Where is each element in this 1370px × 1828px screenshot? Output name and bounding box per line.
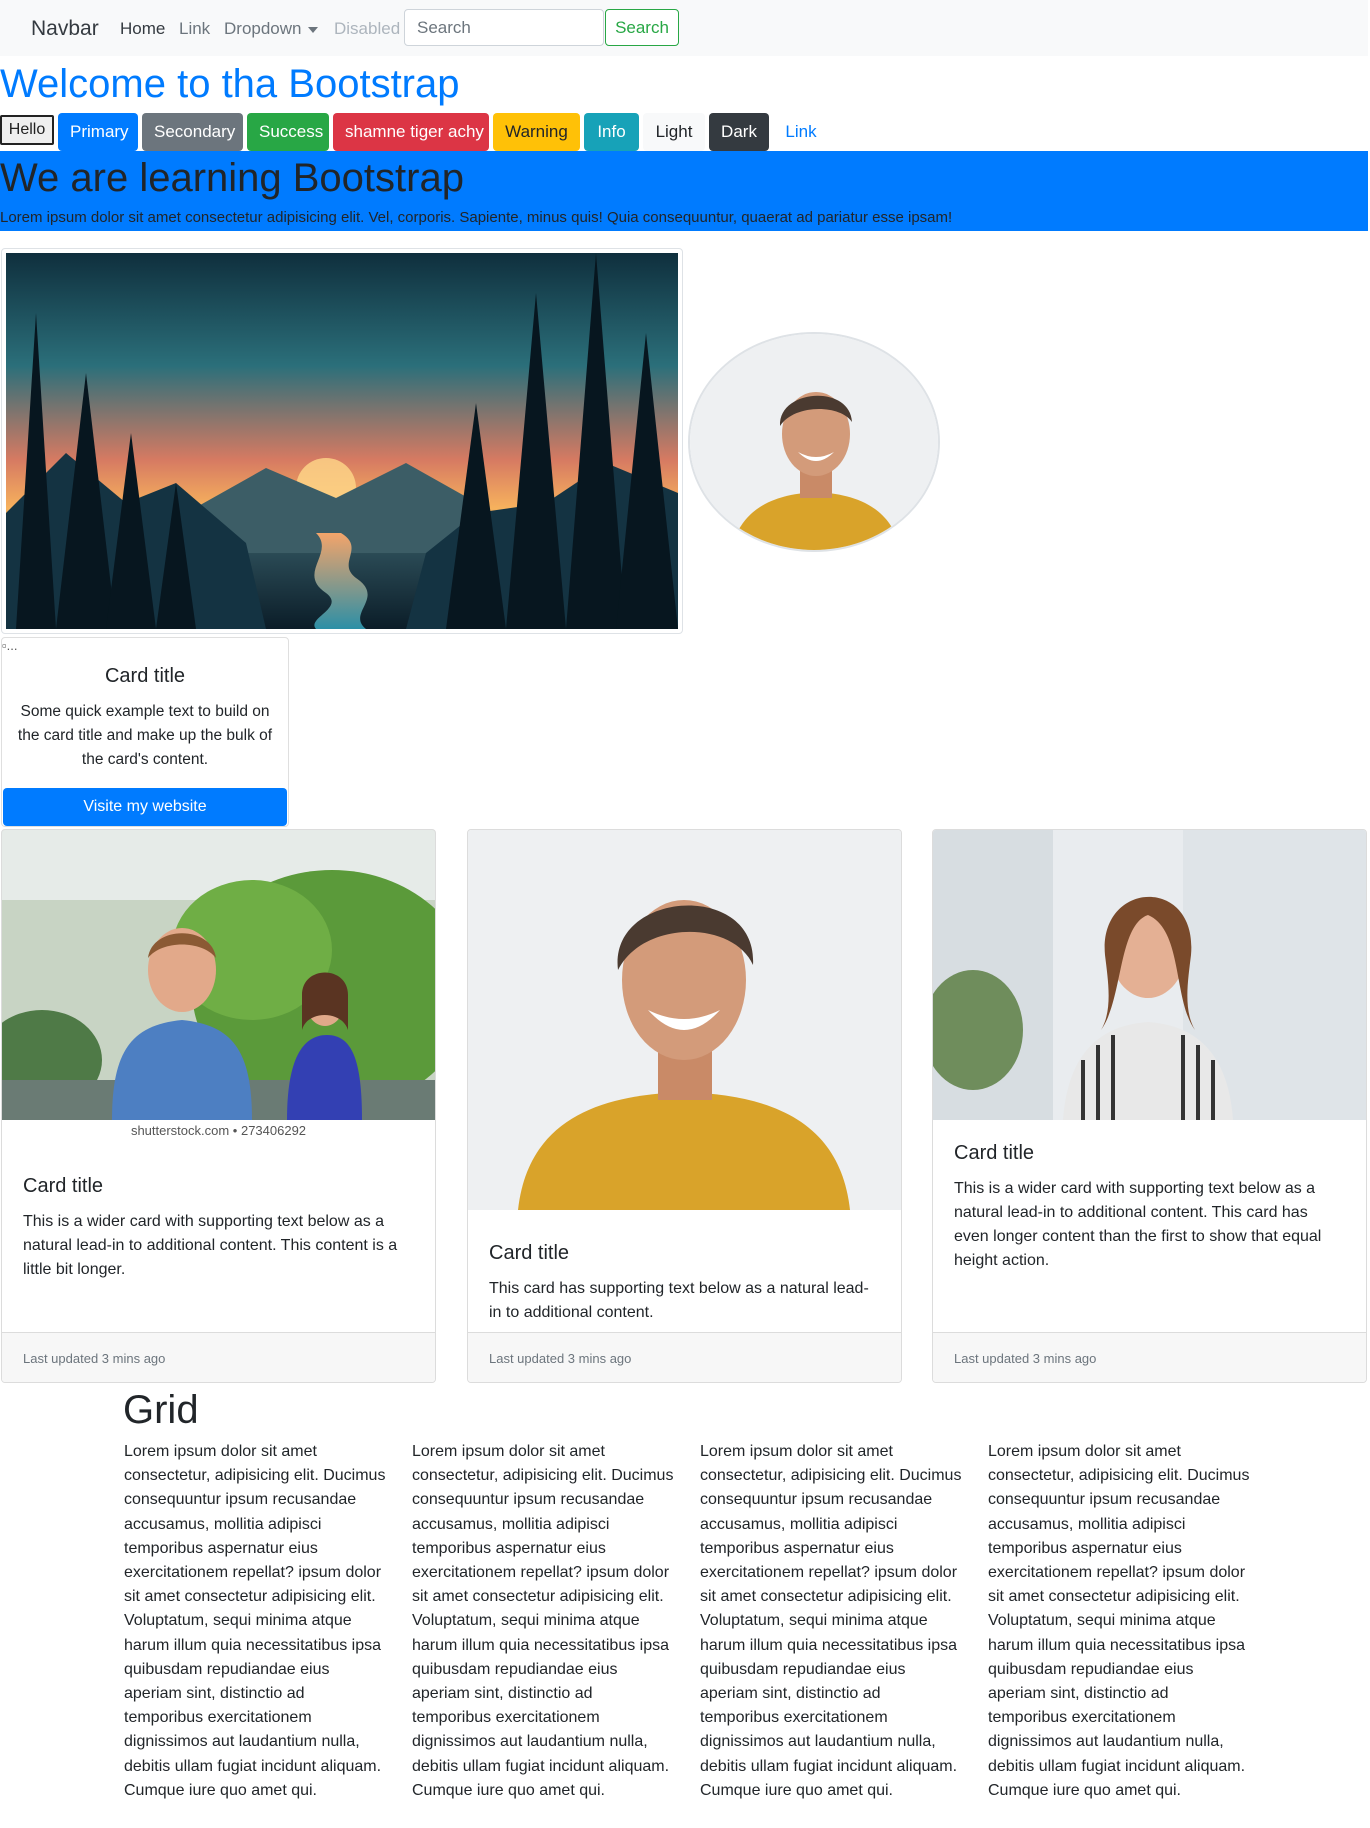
grid-heading: Grid: [123, 1388, 199, 1432]
couple-park-photo: [2, 830, 435, 1120]
nav-link-home[interactable]: Home: [120, 19, 165, 39]
navbar-brand[interactable]: Navbar: [31, 17, 99, 41]
hello-button[interactable]: Hello: [0, 115, 54, 145]
grid-column-1: Lorem ipsum dolor sit amet consectetur, …: [124, 1443, 386, 1799]
search-input[interactable]: [404, 9, 604, 46]
primary-button[interactable]: Primary: [58, 113, 138, 151]
card-title: Card title: [23, 1175, 104, 1197]
card-title: Card title: [954, 1142, 1035, 1164]
info-button[interactable]: Info: [584, 113, 639, 151]
card-image-alt: ...: [6, 638, 18, 653]
warning-button[interactable]: Warning: [493, 113, 580, 151]
jumbotron: We are learning Bootstrap Lorem ipsum do…: [0, 151, 1368, 231]
secondary-button[interactable]: Secondary: [142, 113, 243, 151]
danger-button[interactable]: shamne tiger achy: [333, 113, 489, 151]
small-card-title: Card title: [104, 665, 186, 687]
card-footer: Last updated 3 mins ago: [2, 1332, 435, 1382]
navbar: Navbar Home Link Dropdown Disabled Searc…: [0, 0, 1368, 56]
card-1: shutterstock.com • 273406292 Card title …: [1, 829, 436, 1383]
card-3: Card title This is a wider card with sup…: [932, 829, 1367, 1383]
light-button[interactable]: Light: [643, 113, 705, 151]
smiling-man-photo: [468, 830, 901, 1210]
card-updated-time: Last updated 3 mins ago: [489, 1351, 632, 1366]
dark-button[interactable]: Dark: [709, 113, 769, 151]
photo-watermark: shutterstock.com • 273406292: [130, 1123, 307, 1138]
avatar: [688, 332, 940, 552]
landscape-thumbnail: [1, 248, 683, 634]
card-updated-time: Last updated 3 mins ago: [23, 1351, 166, 1366]
page-title: Welcome to tha Bootstrap: [0, 62, 460, 106]
nav-link-disabled: Disabled: [334, 19, 401, 38]
small-card-text: Some quick example text to build on the …: [17, 703, 273, 768]
nav-link-link[interactable]: Link: [179, 19, 210, 39]
grid-column-2: Lorem ipsum dolor sit amet consectetur, …: [412, 1443, 674, 1799]
nav-dropdown-label: Dropdown: [224, 19, 302, 38]
visit-website-button[interactable]: Visite my website: [3, 788, 287, 826]
card-2: Card title This card has supporting text…: [467, 829, 902, 1383]
broken-image-icon: ▫...: [2, 638, 18, 653]
card-text: This is a wider card with supporting tex…: [954, 1180, 1322, 1269]
card-text: This is a wider card with supporting tex…: [23, 1213, 398, 1278]
card-title: Card title: [489, 1242, 570, 1264]
forest-sunset-illustration: [6, 253, 678, 629]
small-card: ▫... Card title Some quick example text …: [1, 637, 289, 827]
grid-column-4: Lorem ipsum dolor sit amet consectetur, …: [988, 1443, 1250, 1799]
link-button[interactable]: Link: [773, 113, 829, 151]
jumbotron-lead: Lorem ipsum dolor sit amet consectetur a…: [0, 209, 953, 226]
card-updated-time: Last updated 3 mins ago: [954, 1351, 1097, 1366]
card-text: This card has supporting text below as a…: [489, 1280, 869, 1321]
chevron-down-icon: [307, 26, 318, 33]
nav-dropdown[interactable]: Dropdown: [224, 19, 318, 39]
smiling-woman-photo: [933, 830, 1366, 1120]
card-footer: Last updated 3 mins ago: [468, 1332, 901, 1382]
jumbotron-heading: We are learning Bootstrap: [0, 156, 464, 200]
grid-column-3: Lorem ipsum dolor sit amet consectetur, …: [700, 1443, 962, 1799]
smiling-man-photo: [690, 334, 938, 550]
search-button[interactable]: Search: [605, 9, 679, 46]
card-footer: Last updated 3 mins ago: [933, 1332, 1366, 1382]
success-button[interactable]: Success: [247, 113, 329, 151]
